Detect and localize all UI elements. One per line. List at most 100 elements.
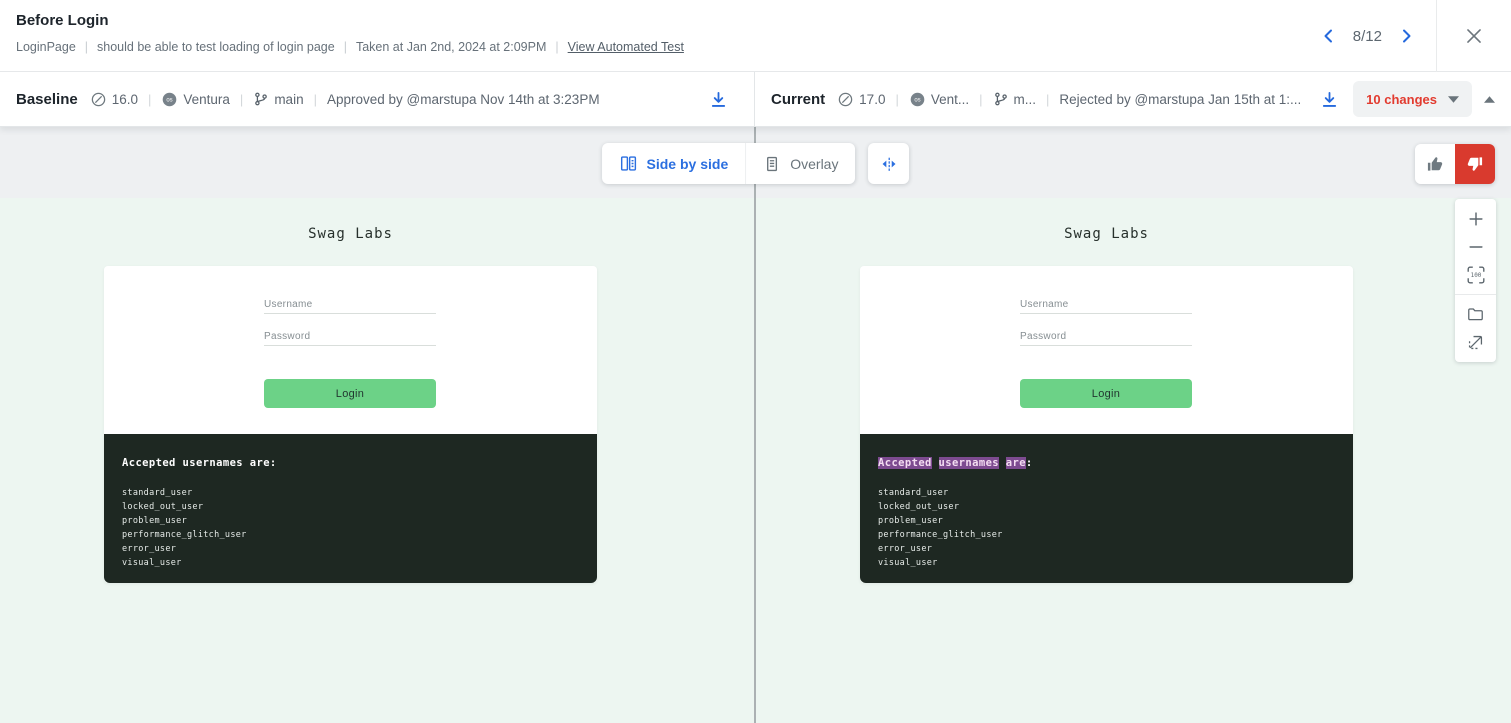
current-pane: Swag Labs Username Password Login Accept…: [756, 127, 1511, 723]
current-browser-version: 17.0: [859, 92, 885, 107]
pagination-counter: 8/12: [1353, 28, 1382, 45]
baseline-os: Ventura: [183, 92, 230, 107]
baseline-screenshot[interactable]: Swag Labs Username Password Login Accept…: [0, 198, 754, 723]
bar-separator: |: [148, 92, 151, 107]
overlay-tab[interactable]: Overlay: [745, 143, 855, 184]
current-screenshot[interactable]: Swag Labs Username Password Login Accept…: [756, 198, 1511, 723]
password-underline: [264, 345, 436, 346]
list-item: error_user: [878, 542, 1337, 556]
view-mode-segmented-control: Side by side Overlay: [602, 143, 856, 184]
list-item: problem_user: [878, 514, 1337, 528]
open-folder-button[interactable]: [1455, 300, 1496, 328]
swap-arrows-icon: [880, 155, 898, 173]
credentials-panel: Accepted usernames are: standard_user lo…: [104, 434, 597, 583]
breadcrumb: LoginPage | should be able to test loadi…: [16, 40, 684, 54]
next-screenshot-button[interactable]: [1396, 26, 1416, 46]
list-item: visual_user: [878, 556, 1337, 570]
minus-icon: [1467, 238, 1485, 256]
previous-screenshot-button[interactable]: [1319, 26, 1339, 46]
chevron-left-icon: [1319, 26, 1339, 46]
toggle-diff-overlay-button[interactable]: [1455, 328, 1496, 356]
thumbs-up-icon: [1425, 154, 1445, 174]
side-by-side-icon: [619, 154, 638, 173]
current-download-button[interactable]: [1320, 90, 1339, 109]
safari-browser-icon: [90, 91, 107, 108]
folder-icon: [1466, 305, 1485, 324]
diff-region-icon: [1466, 333, 1485, 352]
close-icon: [1463, 25, 1485, 47]
credentials-panel: Accepted usernames are: standard_user lo…: [860, 434, 1353, 583]
download-icon: [709, 90, 728, 109]
download-icon: [1320, 90, 1339, 109]
baseline-label: Baseline: [16, 91, 78, 108]
bar-separator: |: [1046, 92, 1049, 107]
svg-text:os: os: [914, 97, 920, 103]
accept-button[interactable]: [1415, 144, 1455, 184]
list-item: performance_glitch_user: [122, 528, 581, 542]
current-os: Vent...: [931, 92, 969, 107]
svg-text:100: 100: [1470, 272, 1481, 279]
baseline-pane: Swag Labs Username Password Login Accept…: [0, 127, 754, 723]
password-label: Password: [1020, 331, 1066, 342]
plus-icon: [1467, 210, 1485, 228]
baseline-approval-status: Approved by @marstupa Nov 14th at 3:23PM: [327, 92, 600, 107]
collapse-panel-button[interactable]: [1484, 96, 1495, 103]
zoom-100-icon: 100: [1465, 264, 1487, 286]
login-form: Username Password Login: [860, 266, 1353, 434]
bar-separator: |: [314, 92, 317, 107]
list-item: visual_user: [122, 556, 581, 570]
diff-highlight: Accepted: [878, 457, 932, 469]
close-button[interactable]: [1463, 25, 1485, 47]
side-by-side-tab[interactable]: Side by side: [602, 143, 746, 184]
baseline-branch: main: [274, 92, 303, 107]
bar-separator: |: [979, 92, 982, 107]
credentials-title: Accepted usernames are:: [122, 457, 581, 469]
header-right: 8/12: [1319, 0, 1511, 72]
username-underline: [1020, 313, 1192, 314]
reject-button[interactable]: [1455, 144, 1495, 184]
zoom-100-button[interactable]: 100: [1455, 261, 1496, 289]
username-label: Username: [264, 299, 313, 310]
swap-sides-button[interactable]: [868, 143, 909, 184]
current-bar: Current 17.0 | os Vent... | m... | Rejec…: [755, 72, 1511, 126]
view-mode-toolbar: Side by side Overlay: [602, 143, 910, 184]
credentials-list: standard_user locked_out_user problem_us…: [878, 486, 1337, 570]
current-rejection-status: Rejected by @marstupa Jan 15th at 1:...: [1059, 92, 1301, 107]
baseline-browser-version: 16.0: [112, 92, 138, 107]
breadcrumb-taken-at: Taken at Jan 2nd, 2024 at 2:09PM: [356, 40, 546, 54]
list-item: standard_user: [878, 486, 1337, 500]
comparison-viewport: Swag Labs Username Password Login Accept…: [0, 127, 1511, 723]
username-underline: [264, 313, 436, 314]
breadcrumb-separator: |: [76, 40, 97, 54]
caret-up-icon: [1484, 96, 1495, 103]
list-item: locked_out_user: [878, 500, 1337, 514]
pane-divider: [754, 127, 756, 723]
credentials-title-diff-highlighted: Accepted usernames are:: [878, 457, 1337, 469]
bar-separator: |: [895, 92, 898, 107]
login-form: Username Password Login: [104, 266, 597, 434]
zoom-panel-divider: [1455, 294, 1496, 295]
login-button-image: Login: [264, 379, 436, 408]
page-title: Before Login: [16, 12, 109, 29]
changes-count: 10 changes: [1366, 92, 1437, 107]
username-label: Username: [1020, 299, 1069, 310]
zoom-in-button[interactable]: [1455, 205, 1496, 233]
caret-down-icon: [1448, 96, 1459, 103]
swag-labs-title: Swag Labs: [104, 226, 597, 242]
macos-icon: os: [161, 91, 178, 108]
svg-text:os: os: [167, 97, 173, 103]
bar-separator: |: [240, 92, 243, 107]
chevron-right-icon: [1396, 26, 1416, 46]
macos-icon: os: [909, 91, 926, 108]
view-automated-test-link[interactable]: View Automated Test: [568, 40, 684, 54]
current-label: Current: [771, 91, 825, 108]
list-item: error_user: [122, 542, 581, 556]
safari-browser-icon: [837, 91, 854, 108]
zoom-out-button[interactable]: [1455, 233, 1496, 261]
swag-labs-title: Swag Labs: [860, 226, 1353, 242]
list-item: standard_user: [122, 486, 581, 500]
overlay-document-icon: [763, 155, 781, 173]
baseline-download-button[interactable]: [709, 90, 728, 109]
changes-dropdown[interactable]: 10 changes: [1353, 81, 1472, 117]
breadcrumb-separator: |: [335, 40, 356, 54]
